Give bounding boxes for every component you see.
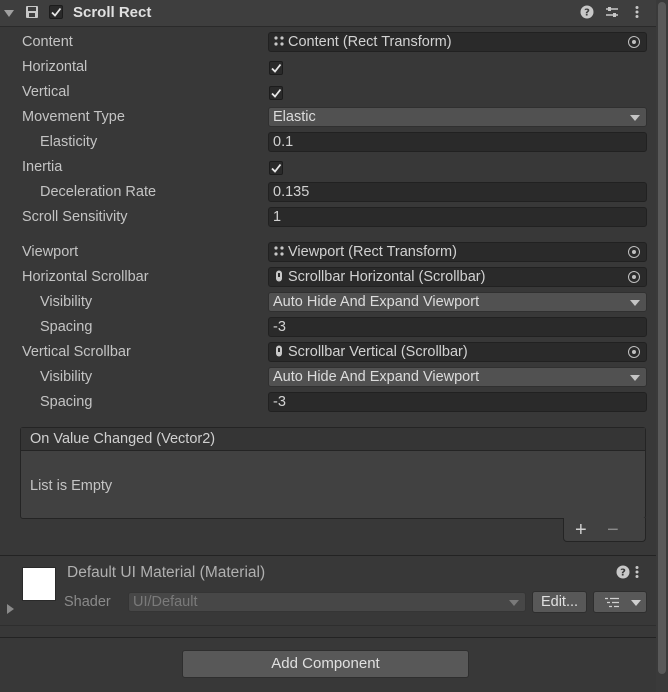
- remove-event-button[interactable]: −: [607, 519, 619, 542]
- scroll-sensitivity-input[interactable]: 1: [268, 207, 647, 227]
- inspector-scrollbar-thumb[interactable]: [658, 2, 666, 674]
- vertical-checkbox[interactable]: [269, 86, 283, 100]
- foldout-arrow-right-icon[interactable]: [7, 604, 14, 614]
- section-divider: [0, 625, 656, 626]
- add-component-button[interactable]: Add Component: [182, 650, 469, 678]
- vertical-visibility-label: Visibility: [40, 369, 93, 385]
- help-icon[interactable]: ?: [616, 565, 630, 579]
- section-divider: [0, 637, 656, 638]
- object-picker-icon[interactable]: [628, 271, 640, 283]
- chevron-down-icon: [509, 600, 519, 606]
- vertical-visibility-value: Auto Hide And Expand Viewport: [273, 369, 480, 385]
- viewport-object-field[interactable]: Viewport (Rect Transform): [268, 242, 647, 262]
- inertia-checkbox[interactable]: [269, 161, 283, 175]
- content-label: Content: [22, 34, 73, 50]
- material-preview-thumbnail[interactable]: [22, 567, 56, 601]
- chevron-down-icon: [630, 375, 640, 381]
- chevron-down-icon: [630, 300, 640, 306]
- shader-value: UI/Default: [133, 594, 198, 610]
- horizontal-checkbox[interactable]: [269, 61, 283, 75]
- scroll-sensitivity-label: Scroll Sensitivity: [22, 209, 128, 225]
- inertia-label: Inertia: [22, 159, 63, 175]
- vertical-scrollbar-label: Vertical Scrollbar: [22, 344, 131, 360]
- content-object-field[interactable]: Content (Rect Transform): [268, 32, 647, 52]
- horizontal-spacing-input[interactable]: -3: [268, 317, 647, 337]
- horizontal-visibility-value: Auto Hide And Expand Viewport: [273, 294, 480, 310]
- section-divider: [0, 555, 656, 556]
- kebab-menu-icon[interactable]: [630, 565, 644, 579]
- checkmark-icon: [271, 163, 282, 173]
- vertical-visibility-dropdown[interactable]: Auto Hide And Expand Viewport: [268, 367, 647, 387]
- content-value: Content (Rect Transform): [288, 34, 452, 50]
- event-title: On Value Changed (Vector2): [30, 431, 216, 447]
- edit-shader-button[interactable]: Edit...: [532, 591, 587, 613]
- scrollbar-icon: [276, 345, 282, 357]
- component-enabled-checkbox[interactable]: [49, 5, 63, 19]
- chevron-down-icon: [630, 115, 640, 121]
- movement-type-label: Movement Type: [22, 109, 125, 125]
- add-event-button[interactable]: +: [575, 519, 587, 542]
- elasticity-label: Elasticity: [40, 134, 98, 150]
- vertical-scrollbar-object-field[interactable]: Scrollbar Vertical (Scrollbar): [268, 342, 647, 362]
- scrollbar-icon: [276, 270, 282, 282]
- shader-label: Shader: [64, 594, 111, 610]
- horizontal-label: Horizontal: [22, 59, 88, 75]
- rect-transform-icon: [274, 36, 284, 46]
- elasticity-input[interactable]: 0.1: [268, 132, 647, 152]
- svg-text:?: ?: [620, 568, 626, 579]
- rect-transform-icon: [274, 246, 284, 256]
- vertical-spacing-label: Spacing: [40, 394, 93, 410]
- object-picker-icon[interactable]: [628, 346, 640, 358]
- shader-options-button[interactable]: [593, 591, 647, 613]
- shader-dropdown: UI/Default: [128, 592, 526, 612]
- kebab-menu-icon[interactable]: [630, 5, 644, 19]
- vertical-scrollbar-value: Scrollbar Vertical (Scrollbar): [288, 344, 468, 360]
- horizontal-visibility-label: Visibility: [40, 294, 93, 310]
- presets-icon[interactable]: [605, 5, 619, 19]
- horizontal-scrollbar-object-field[interactable]: Scrollbar Horizontal (Scrollbar): [268, 267, 647, 287]
- help-icon[interactable]: ?: [580, 5, 594, 19]
- deceleration-rate-input[interactable]: 0.135: [268, 182, 647, 202]
- material-name: Default UI Material (Material): [67, 564, 266, 581]
- viewport-label: Viewport: [22, 244, 79, 260]
- checkmark-icon: [51, 7, 62, 17]
- list-options-icon: [605, 597, 619, 608]
- horizontal-visibility-dropdown[interactable]: Auto Hide And Expand Viewport: [268, 292, 647, 312]
- svg-text:?: ?: [584, 8, 590, 19]
- deceleration-rate-label: Deceleration Rate: [40, 184, 157, 200]
- checkmark-icon: [271, 63, 282, 73]
- event-empty-text: List is Empty: [30, 478, 113, 494]
- foldout-arrow-icon[interactable]: [4, 10, 14, 17]
- script-icon: [26, 6, 38, 18]
- viewport-value: Viewport (Rect Transform): [288, 244, 457, 260]
- checkmark-icon: [271, 88, 282, 98]
- horizontal-spacing-label: Spacing: [40, 319, 93, 335]
- chevron-down-icon: [631, 600, 641, 606]
- component-title: Scroll Rect: [73, 4, 152, 21]
- vertical-label: Vertical: [22, 84, 70, 100]
- movement-type-value: Elastic: [273, 109, 316, 125]
- horizontal-scrollbar-label: Horizontal Scrollbar: [22, 269, 149, 285]
- movement-type-dropdown[interactable]: Elastic: [268, 107, 647, 127]
- vertical-spacing-input[interactable]: -3: [268, 392, 647, 412]
- object-picker-icon[interactable]: [628, 36, 640, 48]
- object-picker-icon[interactable]: [628, 246, 640, 258]
- horizontal-scrollbar-value: Scrollbar Horizontal (Scrollbar): [288, 269, 486, 285]
